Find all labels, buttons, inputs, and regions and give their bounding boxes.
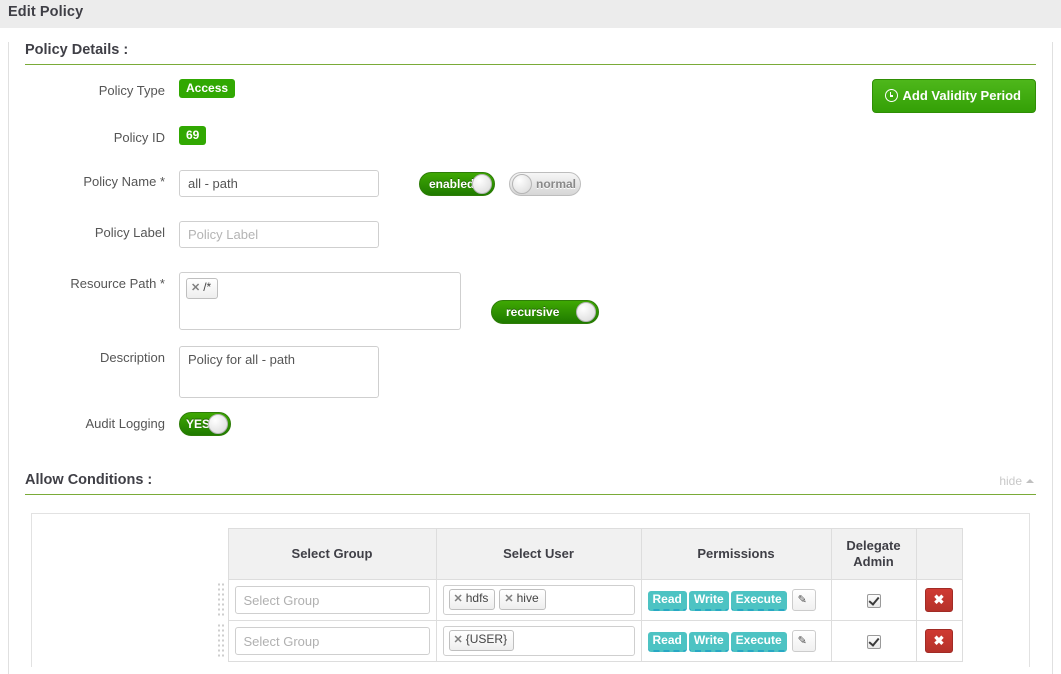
- delegate-admin-checkbox-row1[interactable]: [866, 593, 881, 608]
- permission-pill-execute[interactable]: Execute: [730, 591, 787, 612]
- page-header: Edit Policy: [0, 0, 1061, 28]
- clock-icon: [884, 89, 898, 102]
- cell-select-group: [227, 579, 437, 621]
- column-header-delegate-admin: Delegate Admin: [830, 528, 917, 580]
- resource-path-label: Resource Path *: [70, 276, 165, 291]
- recursive-label: recursive: [506, 305, 560, 319]
- remove-tag-icon[interactable]: ✕: [191, 282, 200, 294]
- recursive-toggle[interactable]: recursive: [491, 300, 599, 324]
- cell-delete: ✖: [915, 620, 963, 662]
- user-chip-label: {USER}: [465, 632, 508, 646]
- remove-tag-icon[interactable]: ✕: [454, 593, 463, 605]
- page-title: Edit Policy: [8, 4, 84, 20]
- column-header-select-group: Select Group: [227, 528, 437, 580]
- cell-delegate-admin: [830, 620, 917, 662]
- audit-logging-toggle[interactable]: YES: [179, 412, 231, 436]
- column-header-permissions: Permissions: [640, 528, 832, 580]
- policy-name-row: Policy Name * enabled normal: [9, 170, 1052, 197]
- pencil-icon: ✎: [797, 593, 807, 606]
- select-group-input-row2[interactable]: [234, 627, 430, 655]
- table-header-row: Select Group Select User Permissions Del…: [214, 528, 963, 580]
- add-validity-period-button[interactable]: Add Validity Period: [871, 79, 1036, 113]
- policy-type-label: Policy Type: [98, 83, 165, 98]
- select-group-input-row1[interactable]: [234, 586, 430, 614]
- remove-tag-icon[interactable]: ✕: [454, 634, 463, 646]
- user-chip-label: hdfs: [465, 591, 489, 605]
- policy-id-badge: 69: [179, 126, 207, 145]
- policy-type-badge: Access: [179, 79, 236, 98]
- description-row: Description: [9, 346, 1052, 398]
- audit-logging-row: Audit Logging YES: [9, 412, 1052, 436]
- allow-conditions-table: Select Group Select User Permissions Del…: [214, 528, 963, 662]
- policy-enabled-toggle[interactable]: enabled: [419, 171, 495, 196]
- resource-path-tag-input[interactable]: ✕/*: [179, 272, 461, 330]
- toggle-knob: [208, 414, 228, 434]
- allow-conditions-title: Allow Conditions :: [25, 472, 153, 488]
- cell-delegate-admin: [830, 579, 917, 621]
- row-drag-handle[interactable]: [214, 579, 228, 621]
- permission-pill-read[interactable]: Read: [647, 632, 687, 653]
- policy-details-title: Policy Details :: [25, 42, 129, 58]
- description-label: Description: [99, 350, 165, 365]
- policy-id-row: Policy ID 69: [9, 126, 1052, 145]
- policy-name-input[interactable]: [179, 170, 379, 197]
- resource-path-row: Resource Path * ✕/* recursive: [9, 272, 1052, 330]
- permission-pill-write[interactable]: Write: [688, 591, 729, 612]
- grip-header: [214, 528, 228, 580]
- delete-row-button-row1[interactable]: ✖: [925, 588, 953, 612]
- user-chip[interactable]: ✕ hdfs: [448, 589, 496, 610]
- permission-pill-write[interactable]: Write: [688, 632, 729, 653]
- policy-label-label: Policy Label: [94, 225, 165, 240]
- policy-name-label: Policy Name *: [83, 174, 165, 189]
- policy-details-section-header: Policy Details :: [25, 42, 1036, 65]
- permission-pill-execute[interactable]: Execute: [730, 632, 787, 653]
- edit-permissions-button-row2[interactable]: ✎: [791, 629, 816, 652]
- policy-label-row: Policy Label: [9, 221, 1052, 248]
- drag-grip-icon: [217, 622, 225, 657]
- policy-normal-override-toggle[interactable]: normal: [509, 171, 581, 196]
- permission-pill-read[interactable]: Read: [647, 591, 687, 612]
- chevron-up-icon: [1026, 479, 1034, 483]
- drag-grip-icon: [217, 581, 225, 616]
- column-header-actions: [915, 528, 963, 580]
- cell-select-user: ✕ {USER}: [435, 620, 642, 662]
- cell-permissions: Read Write Execute ✎: [640, 579, 832, 621]
- policy-id-label: Policy ID: [113, 130, 165, 145]
- allow-conditions-section-header: Allow Conditions : hide: [25, 472, 1036, 495]
- toggle-knob: [472, 173, 492, 194]
- toggle-knob: [512, 173, 532, 194]
- edit-permissions-button-row1[interactable]: ✎: [791, 588, 816, 611]
- resource-path-chip[interactable]: ✕/*: [186, 278, 219, 299]
- delete-row-button-row2[interactable]: ✖: [925, 629, 953, 653]
- table-row: ✕{USER} ReadWriteExecute ✎ ✖: [214, 620, 963, 662]
- table-row: ✕hdfs✕hive ReadWriteExecute✎ ✖: [214, 579, 963, 621]
- user-chip[interactable]: ✕ hive: [499, 589, 546, 610]
- select-user-tags-row1[interactable]: ✕ hdfs ✕ hive: [442, 585, 635, 615]
- description-textarea[interactable]: [179, 346, 379, 398]
- toggle-knob: [576, 302, 596, 322]
- allow-conditions-container: Select Group Select User Permissions Del…: [31, 513, 1030, 667]
- policy-label-input[interactable]: [179, 221, 379, 248]
- hide-toggle-link[interactable]: hide: [999, 474, 1034, 488]
- delegate-admin-line1: Delegate: [846, 538, 901, 553]
- column-header-select-user: Select User: [435, 528, 642, 580]
- row-drag-handle[interactable]: [214, 620, 228, 662]
- user-chip-label: hive: [516, 591, 539, 605]
- resource-path-chip-label: /*: [203, 280, 212, 294]
- cell-permissions: Read Write Execute ✎: [640, 620, 832, 662]
- add-validity-period-label: Add Validity Period: [902, 88, 1021, 103]
- cell-select-user: ✕ hdfs ✕ hive: [435, 579, 642, 621]
- cell-delete: ✖: [915, 579, 963, 621]
- select-user-tags-row2[interactable]: ✕ {USER}: [442, 626, 635, 656]
- pencil-icon: ✎: [797, 634, 807, 647]
- remove-tag-icon[interactable]: ✕: [504, 593, 513, 605]
- delegate-admin-checkbox-row2[interactable]: [866, 634, 881, 649]
- policy-form-panel: Policy Details : Add Validity Period Pol…: [8, 42, 1053, 674]
- user-chip[interactable]: ✕ {USER}: [448, 630, 515, 651]
- cell-select-group: [227, 620, 437, 662]
- audit-logging-label: Audit Logging: [85, 416, 165, 431]
- delegate-admin-line2: Admin: [853, 554, 894, 569]
- hide-label: hide: [999, 474, 1022, 488]
